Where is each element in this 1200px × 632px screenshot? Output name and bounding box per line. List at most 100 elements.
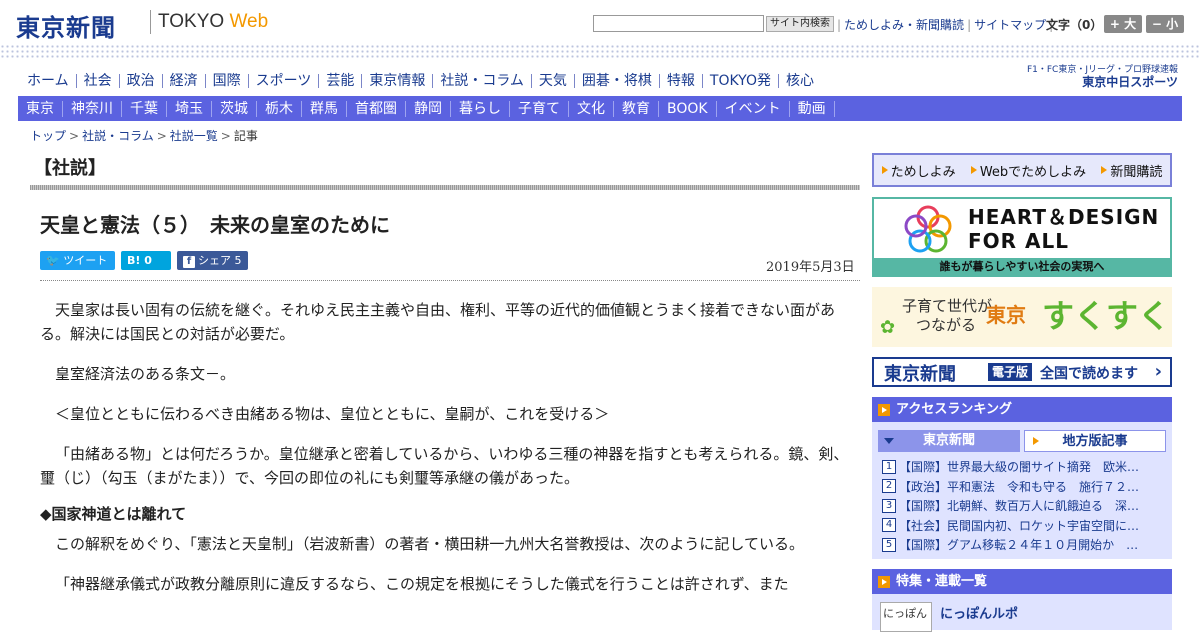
nav2-ibaraki[interactable]: 茨城 — [212, 100, 257, 117]
breadcrumb-top[interactable]: トップ — [30, 129, 66, 143]
web-tameshiyomi-label: Webでためしよみ — [979, 164, 1087, 180]
tab-local-articles[interactable]: 地方版記事 — [1024, 430, 1166, 452]
article-paragraph: ＜皇位とともに伝わるべき由緒ある物は、皇位とともに、皇嗣が、これを受ける＞ — [55, 405, 610, 423]
access-ranking-header: アクセスランキング — [872, 397, 1172, 422]
logo-divider — [150, 10, 151, 34]
flower-logo-icon — [904, 205, 952, 253]
ranking-item-title: 【社会】民間国内初、ロケット宇宙空間に… — [899, 518, 1140, 533]
web-tameshiyomi-link[interactable]: Webでためしよみ — [970, 161, 1087, 180]
nav2-parenting[interactable]: 子育て — [510, 100, 569, 117]
access-ranking-title: アクセスランキング — [896, 402, 1012, 417]
site-search-button[interactable]: サイト内検索 — [766, 16, 834, 32]
subscribe-link[interactable]: 新聞購読 — [1101, 161, 1162, 180]
nav2-video[interactable]: 動画 — [790, 100, 835, 117]
nav2-shizuoka[interactable]: 静岡 — [406, 100, 451, 117]
nav-society[interactable]: 社会 — [77, 74, 120, 88]
nav-politics[interactable]: 政治 — [120, 74, 163, 88]
nav2-living[interactable]: 暮らし — [451, 100, 510, 117]
nav-editorial[interactable]: 社説・コラム — [433, 74, 532, 88]
ranking-list: 1 【国際】世界最大級の闇サイト摘発 欧米… 2 【政治】平和憲法 令和も守る 施行… — [882, 457, 1164, 555]
arrow-icon — [970, 166, 977, 174]
nav2-education[interactable]: 教育 — [614, 100, 659, 117]
article-subheading: ◆国家神道とは離れて — [40, 505, 187, 523]
logo-en-web: Web — [229, 11, 269, 32]
chunichi-line1: F1・FC東京・Jリーグ・プロ野球速報 — [1026, 65, 1178, 75]
nav2-shutoken[interactable]: 首都圏 — [347, 100, 406, 117]
arrow-square-icon — [878, 403, 890, 416]
tameshiyomi-link[interactable]: ためしよみ — [881, 161, 956, 180]
digital-edition-banner[interactable]: 東京新聞 電子版 全国で読めます › — [872, 357, 1172, 387]
ranking-item-title: 【国際】北朝鮮、数百万人に飢餓迫る 深… — [899, 499, 1140, 514]
nav-special[interactable]: 特報 — [660, 74, 703, 88]
ranking-item-title: 【国際】グアム移転２４年１０月開始か … — [899, 538, 1139, 553]
article-paragraph: 「神器継承儀式が政教分離原則に違反するなら、この規定を根拠にそうした儀式を行うこ… — [55, 575, 789, 593]
tweet-label: ツイート — [63, 254, 108, 267]
sukusuku-banner[interactable]: ✿ 子育て世代が つながる 東京 すくすく — [872, 287, 1172, 347]
nav-tokyo-hatsu[interactable]: TOKYO発 — [703, 74, 779, 88]
digital-edition-tag: 電子版 — [988, 363, 1033, 381]
ranking-item[interactable]: 4 【社会】民間国内初、ロケット宇宙空間に… — [882, 516, 1164, 536]
sukusuku-city: 東京 — [986, 303, 1026, 327]
arrow-square-icon — [878, 575, 890, 588]
top-link-subscribe[interactable]: ためしよみ・新聞購読 — [844, 18, 964, 32]
sukusuku-name: すくすく — [1042, 297, 1171, 335]
tab-tokyo-shimbun[interactable]: 東京新聞 — [878, 430, 1020, 452]
nav-entertainment[interactable]: 芸能 — [319, 74, 363, 88]
nav-sports[interactable]: スポーツ — [249, 74, 320, 88]
ranking-item[interactable]: 2 【政治】平和憲法 令和も守る 施行７２… — [882, 477, 1164, 497]
features-title: 特集・連載一覧 — [896, 574, 988, 589]
ranking-item[interactable]: 3 【国際】北朝鮮、数百万人に飢餓迫る 深… — [882, 496, 1164, 516]
twitter-bird-icon: 🐦 — [46, 254, 60, 267]
nav-core[interactable]: 核心 — [779, 74, 821, 88]
feature-link-nippon-rupo[interactable]: にっぽんルポ — [940, 603, 1018, 622]
font-size-label: 文字（0） — [1046, 18, 1103, 32]
nav2-tokyo[interactable]: 東京 — [18, 100, 63, 117]
section-divider — [30, 185, 860, 190]
article-body: 天皇家は長い固有の伝統を継ぐ。それゆえ民主主義や自由、権利、平等の近代的価値観と… — [40, 298, 850, 612]
chunichi-sports-banner[interactable]: F1・FC東京・Jリーグ・プロ野球速報 東京中日スポーツ — [1026, 64, 1178, 88]
nav-international[interactable]: 国際 — [206, 74, 249, 88]
nav2-saitama[interactable]: 埼玉 — [167, 100, 212, 117]
font-bigger-button[interactable]: + 大 — [1104, 15, 1142, 33]
heart-design-banner[interactable]: HEART＆DESIGN FOR ALL 誰もが暮らしやすい社会の実現へ — [872, 197, 1172, 277]
sukusuku-tagline2: つながる — [916, 316, 977, 334]
nav-tokyo-info[interactable]: 東京情報 — [362, 74, 434, 88]
facebook-share-button[interactable]: f シェア 5 — [177, 251, 248, 270]
tokyo-web-logo[interactable]: TOKYO Web — [158, 11, 268, 33]
heart-design-line2: FOR ALL — [968, 229, 1069, 253]
feature-thumbnail[interactable]: にっぽん — [880, 602, 932, 632]
breadcrumb-editorial[interactable]: 社説・コラム — [82, 129, 154, 143]
nav-go-shogi[interactable]: 囲碁・将棋 — [575, 74, 660, 88]
facebook-share-label: シェア 5 — [198, 254, 242, 267]
ranking-item[interactable]: 5 【国際】グアム移転２４年１０月開始か … — [882, 535, 1164, 555]
site-header: 東京新聞 TOKYO Web サイト内検索 | ためしよみ・新聞購読 | サイトマップ… — [0, 0, 1200, 44]
article-paragraph: 皇室経済法のある条文－。 — [55, 365, 236, 383]
ranking-item[interactable]: 1 【国際】世界最大級の闇サイト摘発 欧米… — [882, 457, 1164, 477]
breadcrumb-editorial-list[interactable]: 社説一覧 — [170, 129, 218, 143]
nav-weather[interactable]: 天気 — [532, 74, 575, 88]
rank-number: 1 — [882, 459, 896, 474]
nav-economy[interactable]: 経済 — [163, 74, 206, 88]
nav2-chiba[interactable]: 千葉 — [122, 100, 167, 117]
tab-tokyo-shimbun-label: 東京新聞 — [922, 433, 975, 448]
nav2-kanagawa[interactable]: 神奈川 — [63, 100, 122, 117]
nav-home[interactable]: ホーム — [20, 74, 77, 88]
nav2-events[interactable]: イベント — [717, 100, 790, 117]
top-link-sitemap[interactable]: サイトマップ — [974, 18, 1046, 32]
article-paragraph: 天皇家は長い固有の伝統を継ぐ。それゆえ民主主義や自由、権利、平等の近代的価値観と… — [40, 301, 836, 343]
nav2-book[interactable]: BOOK — [659, 100, 717, 117]
digital-edition-text: 全国で読めます — [1040, 366, 1138, 382]
subscribe-label: 新聞購読 — [1110, 164, 1163, 180]
ranking-item-title: 【政治】平和憲法 令和も守る 施行７２… — [899, 479, 1140, 494]
nav2-tochigi[interactable]: 栃木 — [257, 100, 302, 117]
nav2-gunma[interactable]: 群馬 — [302, 100, 347, 117]
font-smaller-button[interactable]: − 小 — [1146, 15, 1184, 33]
site-logo[interactable]: 東京新聞 — [16, 8, 116, 43]
tweet-button[interactable]: 🐦 ツイート — [40, 251, 115, 270]
header-dot-band — [0, 44, 1200, 58]
hatena-bookmark-button[interactable]: B! 0 — [121, 251, 171, 270]
search-input[interactable] — [593, 15, 764, 32]
ranking-tabs: 東京新聞 地方版記事 — [878, 430, 1166, 452]
secondary-nav: 東京 神奈川 千葉 埼玉 茨城 栃木 群馬 首都圏 静岡 暮らし 子育て 文化 … — [18, 96, 1182, 121]
nav2-culture[interactable]: 文化 — [569, 100, 614, 117]
